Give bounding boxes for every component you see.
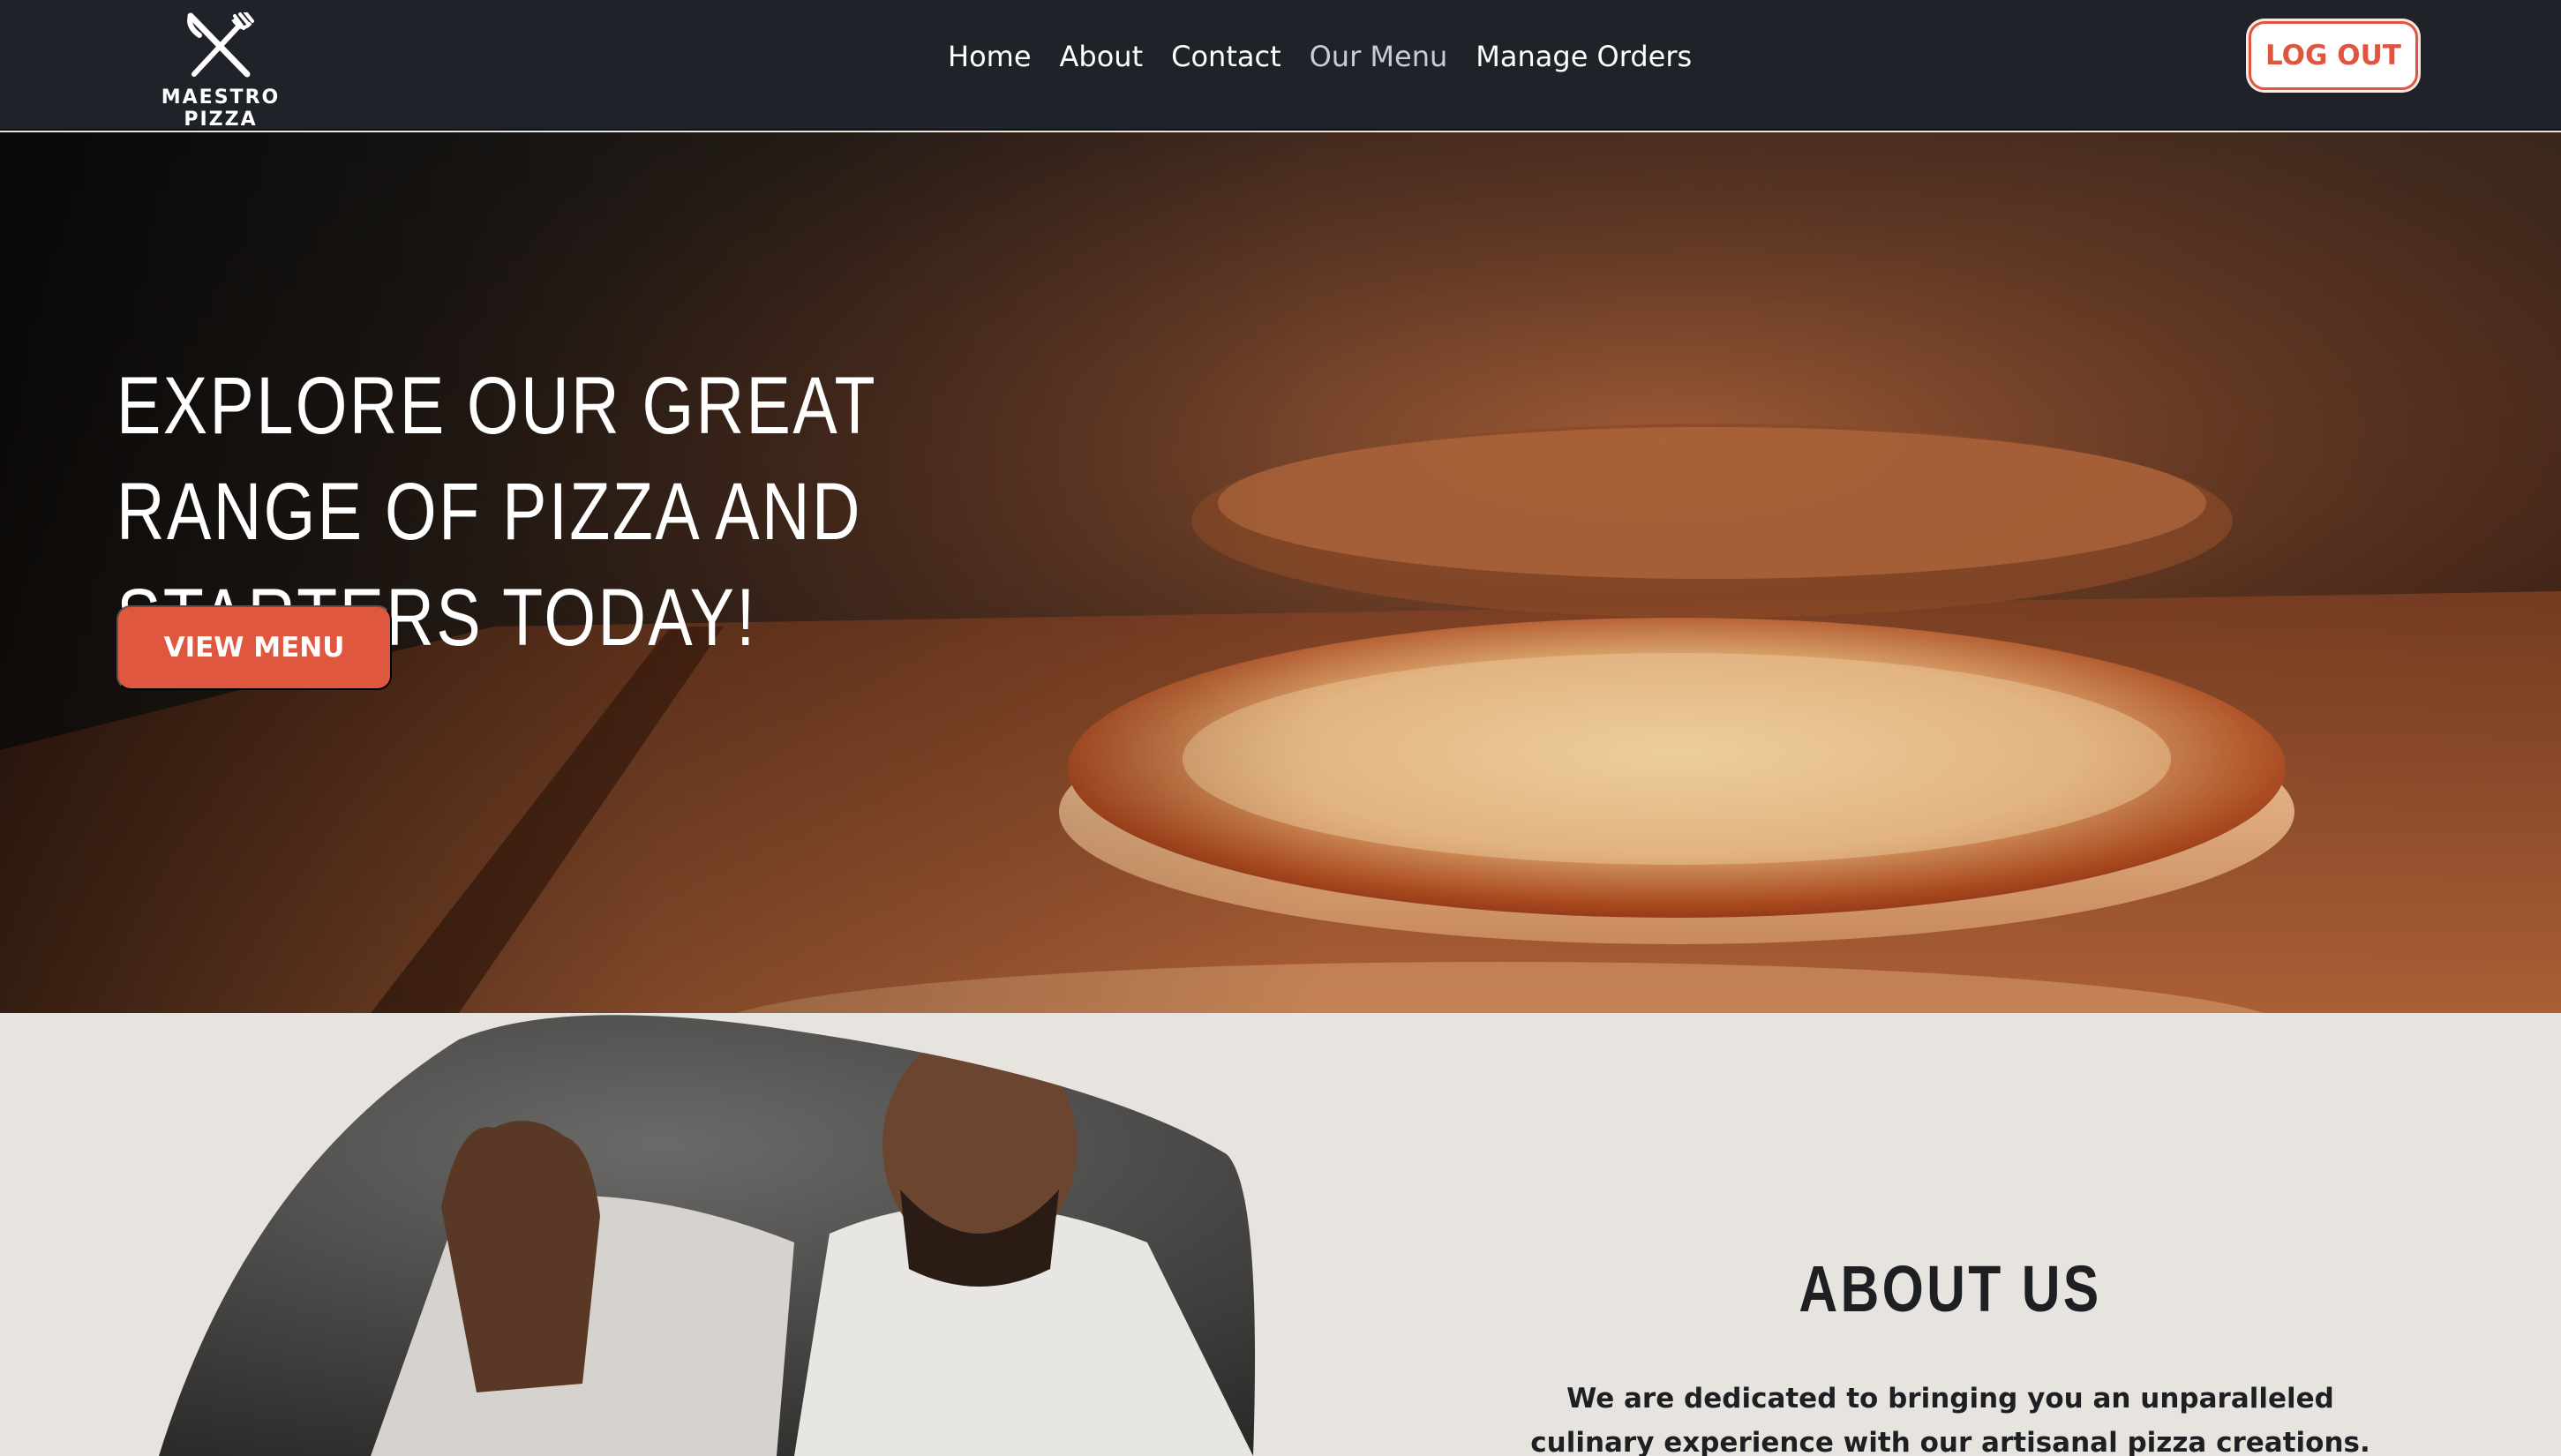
logout-button[interactable]: LOG OUT xyxy=(2249,21,2418,90)
chef-photo xyxy=(159,1015,1255,1456)
brand-logo[interactable]: MAESTRO PIZZA xyxy=(124,12,318,131)
navbar: MAESTRO PIZZA Home About Contact Our Men… xyxy=(0,0,2561,131)
brand-name: MAESTRO PIZZA xyxy=(161,86,281,131)
nav-contact[interactable]: Contact xyxy=(1157,32,1296,81)
main-nav: Home About Contact Our Menu Manage Order… xyxy=(934,32,1706,81)
nav-our-menu[interactable]: Our Menu xyxy=(1296,32,1462,81)
nav-about[interactable]: About xyxy=(1046,32,1158,81)
about-section: ABOUT US We are dedicated to bringing yo… xyxy=(0,1013,2561,1456)
about-title: ABOUT US xyxy=(1799,1252,2102,1325)
view-menu-button[interactable]: VIEW MENU xyxy=(116,605,392,690)
nav-home[interactable]: Home xyxy=(934,32,1046,81)
crossed-knife-fork-icon xyxy=(187,12,254,78)
hero-banner: EXPLORE OUR GREAT RANGE OF PIZZA AND STA… xyxy=(0,132,2561,1013)
about-description: We are dedicated to bringing you an unpa… xyxy=(1530,1383,2370,1456)
nav-manage-orders[interactable]: Manage Orders xyxy=(1461,32,1706,81)
